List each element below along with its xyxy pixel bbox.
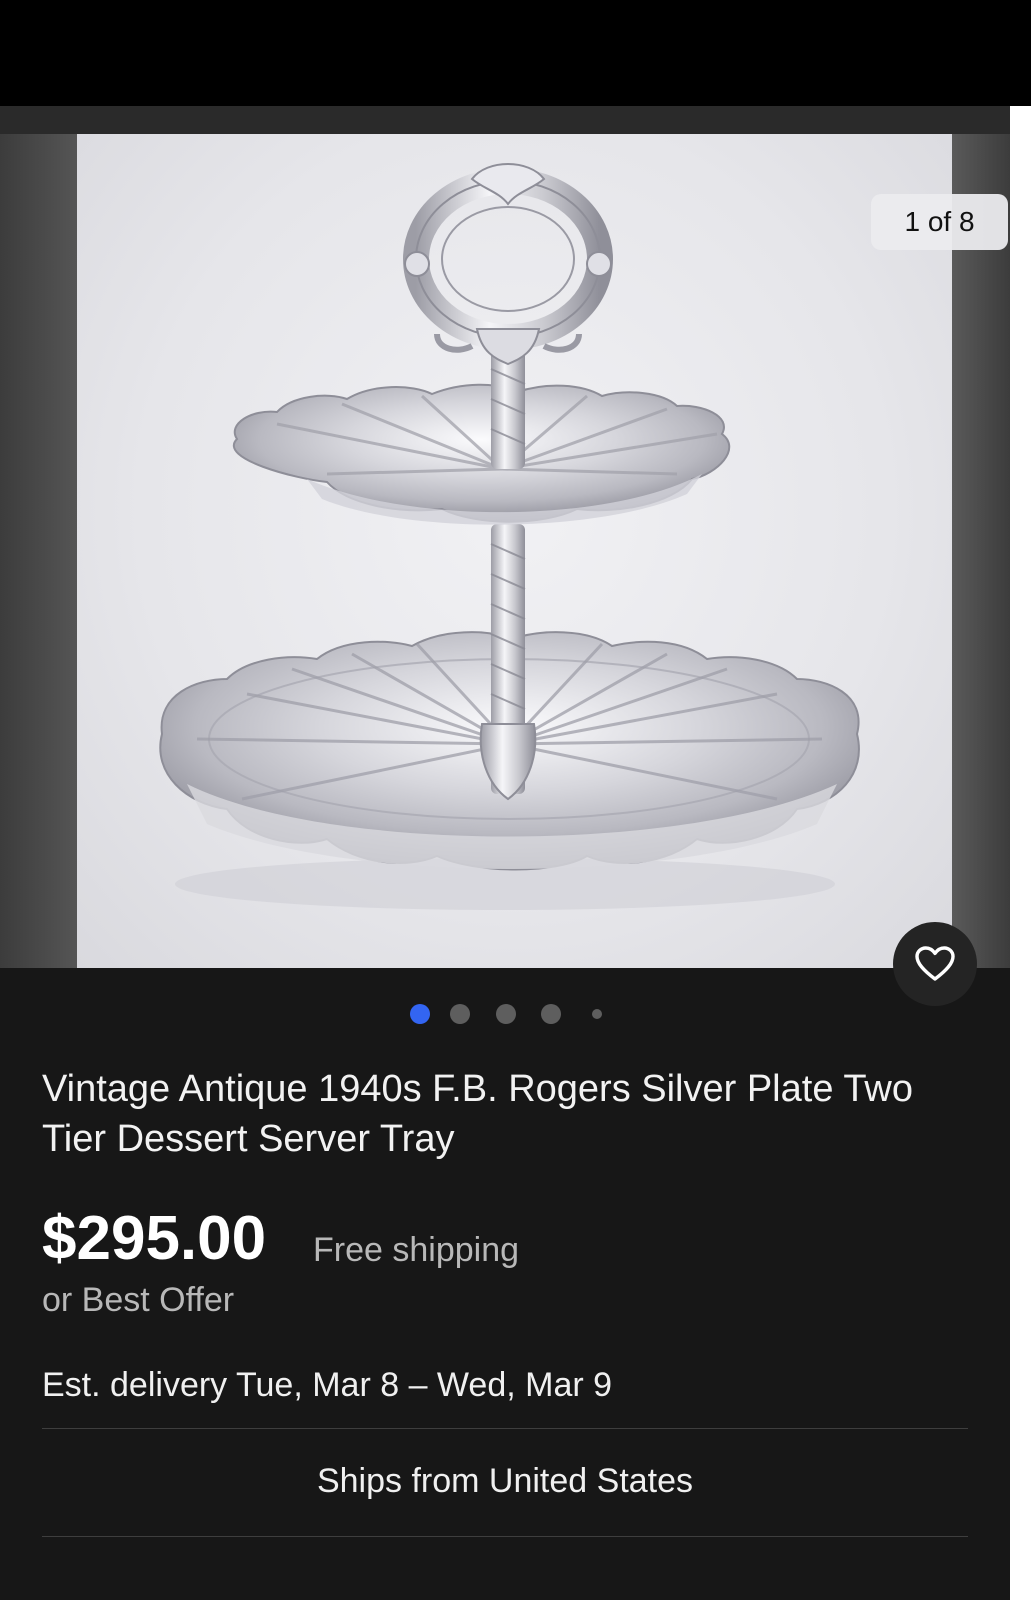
heart-icon: [915, 946, 955, 981]
pagination-dot-1[interactable]: [410, 1004, 430, 1024]
pagination-dot-2[interactable]: [450, 1004, 470, 1024]
ships-from-row[interactable]: Ships from United States: [42, 1458, 968, 1504]
watch-button[interactable]: [893, 922, 977, 1006]
previous-image-peek[interactable]: [0, 134, 77, 968]
product-photo[interactable]: [77, 134, 952, 968]
estimated-delivery: Est. delivery Tue, Mar 8 – Wed, Mar 9: [42, 1366, 613, 1404]
status-bar-area: [0, 0, 1031, 106]
shipping-info: Free shipping: [313, 1231, 520, 1269]
listing-price: $295.00: [42, 1204, 267, 1273]
listing-title: Vintage Antique 1940s F.B. Rogers Silver…: [42, 1068, 914, 1160]
image-gallery[interactable]: 1 of 8: [0, 134, 1018, 968]
gallery-pagination-dots[interactable]: [410, 1004, 620, 1028]
pagination-dot-5[interactable]: [592, 1009, 602, 1019]
listing-screen: 1 of 8 Vintage Antique 1940s F.B. Rogers…: [0, 106, 1018, 1600]
section-divider: [42, 1428, 968, 1429]
pagination-dot-3[interactable]: [496, 1004, 516, 1024]
best-offer-label: or Best Offer: [42, 1281, 235, 1319]
screen-edge: [1010, 106, 1031, 1600]
tiered-tray-illustration: [159, 163, 860, 910]
image-counter: 1 of 8: [871, 194, 1008, 250]
next-image-peek[interactable]: [952, 134, 1010, 968]
pagination-dot-4[interactable]: [541, 1004, 561, 1024]
gallery-top-strip: [0, 106, 1010, 134]
section-divider: [42, 1536, 968, 1537]
